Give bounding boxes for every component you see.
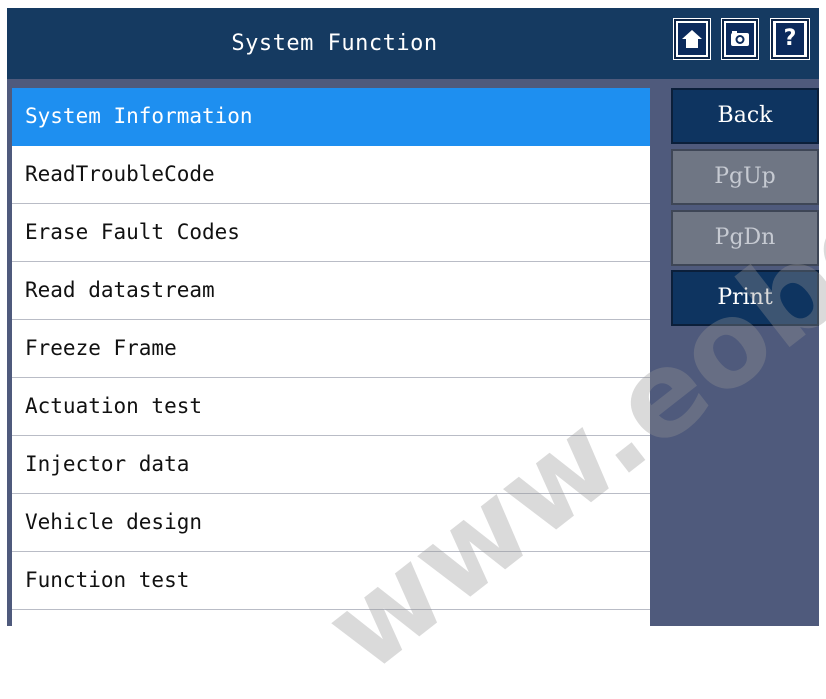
- list-item[interactable]: System Information: [12, 88, 650, 146]
- list-item[interactable]: Function test: [12, 552, 650, 610]
- list-item[interactable]: Injector data: [12, 436, 650, 494]
- list-item[interactable]: Vehicle design: [12, 494, 650, 552]
- back-button[interactable]: Back: [671, 88, 819, 144]
- page-up-button[interactable]: PgUp: [671, 149, 819, 205]
- list-item[interactable]: Freeze Frame: [12, 320, 650, 378]
- header-bar: System Function ?: [7, 8, 819, 79]
- help-icon: ?: [776, 23, 804, 55]
- home-button[interactable]: [673, 18, 711, 60]
- list-item[interactable]: Erase Fault Codes: [12, 204, 650, 262]
- print-button[interactable]: Print: [671, 270, 819, 326]
- help-button[interactable]: ?: [770, 18, 810, 60]
- home-icon: [678, 23, 706, 55]
- list-item[interactable]: Read datastream: [12, 262, 650, 320]
- help-glyph: ?: [783, 26, 797, 51]
- camera-icon: [726, 23, 754, 55]
- list-item[interactable]: Actuation test: [12, 378, 650, 436]
- list-item[interactable]: ReadTroubleCode: [12, 146, 650, 204]
- app-screen: System Function ? System Information Rea…: [7, 8, 819, 626]
- page-down-button[interactable]: PgDn: [671, 210, 819, 266]
- screenshot-button[interactable]: [721, 18, 759, 60]
- page-title: System Function: [231, 31, 438, 56]
- function-list: System Information ReadTroubleCode Erase F…: [12, 88, 650, 626]
